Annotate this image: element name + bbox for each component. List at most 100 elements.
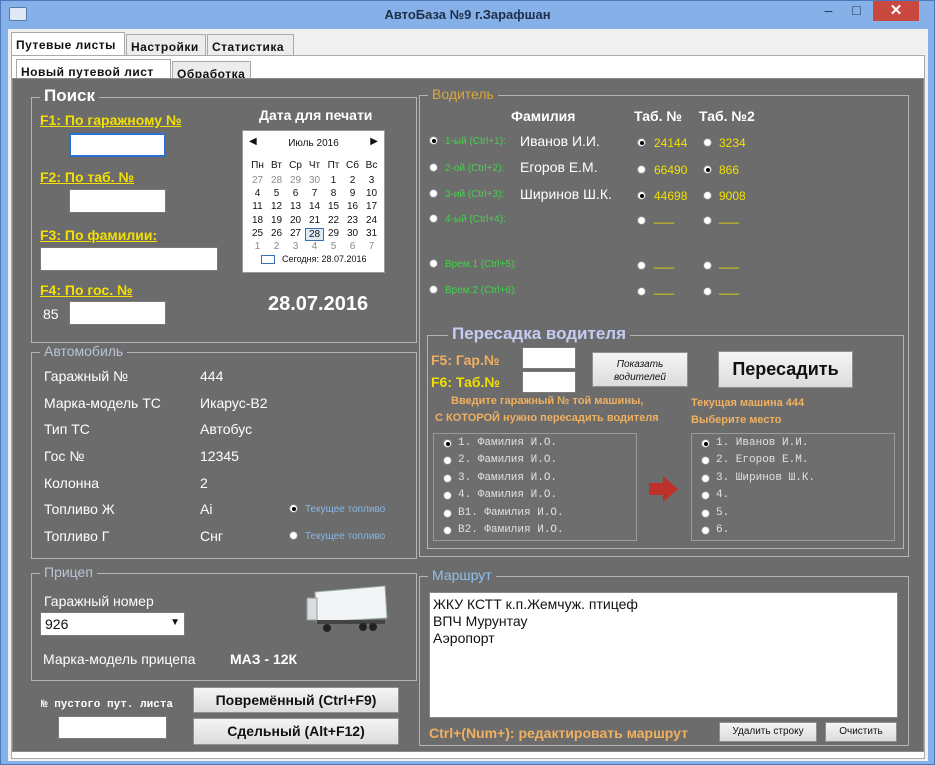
target-seat-5-radio[interactable]	[701, 509, 710, 518]
print-date-calendar[interactable]: ◀ Июль 2016 ▶ Пн Вт Ср Чт Пт Сб Вс 27 28 29 30 1 2 3 4…	[242, 130, 385, 273]
fuel-liquid-radio[interactable]	[289, 504, 298, 513]
driver-2-tab2-radio[interactable]	[703, 165, 712, 174]
calendar-day[interactable]: 12	[267, 201, 286, 212]
calendar-day[interactable]: 30	[343, 228, 362, 239]
maximize-button[interactable]: □	[843, 1, 870, 21]
calendar-day[interactable]: 24	[362, 215, 381, 226]
search-plate-label[interactable]: F4: По гос. №	[40, 282, 133, 298]
calendar-day[interactable]: 3	[362, 175, 381, 186]
driver-temp-1-radio[interactable]	[429, 259, 438, 268]
calendar-day[interactable]: 23	[343, 215, 362, 226]
tab-statistics[interactable]: Статистика	[207, 34, 294, 56]
driver-1-tab2-radio[interactable]	[703, 138, 712, 147]
target-seat-1-radio[interactable]	[701, 439, 710, 448]
source-item-1-radio[interactable]	[443, 439, 452, 448]
driver-1-tab-radio[interactable]	[637, 138, 646, 147]
driver-slot-3-radio[interactable]	[429, 189, 438, 198]
target-seat-6-radio[interactable]	[701, 526, 710, 535]
tab-search-input[interactable]	[69, 189, 166, 213]
driver-4-tab-radio[interactable]	[637, 216, 646, 225]
surname-search-input[interactable]	[40, 247, 218, 271]
calendar-day[interactable]: 6	[343, 241, 362, 252]
calendar-day[interactable]: 28	[267, 175, 286, 186]
calendar-day[interactable]: 16	[343, 201, 362, 212]
tab-waybills[interactable]: Путевые листы	[11, 32, 125, 56]
calendar-day[interactable]: 15	[324, 201, 343, 212]
calendar-day[interactable]: 31	[362, 228, 381, 239]
target-seat-3-radio[interactable]	[701, 474, 710, 483]
route-textarea[interactable]: ЖКУ КСТТ к.п.Жемчуж. птицеф ВПЧ Мурунтау…	[429, 592, 898, 718]
calendar-day[interactable]: 10	[362, 188, 381, 199]
calendar-day[interactable]: 30	[305, 175, 324, 186]
calendar-day[interactable]: 4	[248, 188, 267, 199]
calendar-day[interactable]: 1	[324, 175, 343, 186]
calendar-day[interactable]: 5	[324, 241, 343, 252]
driver-3-tab2-radio[interactable]	[703, 191, 712, 200]
calendar-day[interactable]: 5	[267, 188, 286, 199]
calendar-day[interactable]: 11	[248, 201, 267, 212]
search-garage-label[interactable]: F1: По гаражному №	[40, 112, 182, 128]
time-based-button[interactable]: Повремённый (Ctrl+F9)	[193, 687, 399, 713]
target-seat-4-radio[interactable]	[701, 491, 710, 500]
calendar-day[interactable]: 3	[286, 241, 305, 252]
driver-temp-2-radio[interactable]	[429, 285, 438, 294]
calendar-day[interactable]: 29	[286, 175, 305, 186]
calendar-day[interactable]: 18	[248, 215, 267, 226]
tab-settings[interactable]: Настройки	[126, 34, 206, 56]
calendar-day[interactable]: 2	[267, 241, 286, 252]
source-item-5-radio[interactable]	[443, 509, 452, 518]
next-month-button[interactable]: ▶	[370, 136, 378, 147]
search-tab-label[interactable]: F2: По таб. №	[40, 169, 134, 185]
calendar-day[interactable]: 9	[343, 188, 362, 199]
piece-rate-button[interactable]: Сдельный (Alt+F12)	[193, 718, 399, 745]
fuel-gas-radio[interactable]	[289, 531, 298, 540]
transfer-button[interactable]: Пересадить	[718, 351, 853, 388]
driver-2-tab-radio[interactable]	[637, 165, 646, 174]
source-item-3-radio[interactable]	[443, 474, 452, 483]
source-item-2-radio[interactable]	[443, 456, 452, 465]
transfer-tab-input[interactable]	[522, 371, 576, 393]
target-seat-2-radio[interactable]	[701, 456, 710, 465]
clear-button[interactable]: Очистить	[825, 722, 897, 742]
driver-slot-1-radio[interactable]	[429, 136, 438, 145]
calendar-day[interactable]: 22	[324, 215, 343, 226]
calendar-today-link[interactable]: Сегодня: 28.07.2016	[282, 254, 367, 264]
garage-search-input[interactable]	[69, 133, 166, 157]
driver-4-tab2-radio[interactable]	[703, 216, 712, 225]
driver-slot-4-radio[interactable]	[429, 214, 438, 223]
driver-3-tab-radio[interactable]	[637, 191, 646, 200]
calendar-day[interactable]: 14	[305, 201, 324, 212]
calendar-day[interactable]: 29	[324, 228, 343, 239]
calendar-day[interactable]: 4	[305, 241, 324, 252]
driver-temp-2-tab2-radio[interactable]	[703, 287, 712, 296]
source-item-6-radio[interactable]	[443, 526, 452, 535]
calendar-day[interactable]: 27	[286, 228, 305, 239]
calendar-day[interactable]: 26	[267, 228, 286, 239]
minimize-button[interactable]: –	[815, 1, 842, 21]
source-item-4-radio[interactable]	[443, 491, 452, 500]
calendar-day[interactable]: 1	[248, 241, 267, 252]
calendar-day[interactable]: 25	[248, 228, 267, 239]
driver-temp-2-tab-radio[interactable]	[637, 287, 646, 296]
driver-slot-2-radio[interactable]	[429, 163, 438, 172]
calendar-day[interactable]: 17	[362, 201, 381, 212]
calendar-day[interactable]: 8	[324, 188, 343, 199]
delete-row-button[interactable]: Удалить строку	[719, 722, 817, 742]
calendar-day[interactable]: 28	[305, 227, 324, 241]
show-drivers-button[interactable]: Показать водителей	[592, 352, 688, 387]
driver-temp-1-tab2-radio[interactable]	[703, 261, 712, 270]
close-button[interactable]: ✕	[873, 1, 919, 21]
plate-search-input[interactable]	[69, 301, 166, 325]
calendar-day[interactable]: 27	[248, 175, 267, 186]
calendar-day[interactable]: 19	[267, 215, 286, 226]
search-surname-label[interactable]: F3: По фамилии:	[40, 227, 157, 243]
transfer-garage-input[interactable]	[522, 347, 576, 369]
calendar-day[interactable]: 20	[286, 215, 305, 226]
calendar-day[interactable]: 6	[286, 188, 305, 199]
empty-waybill-input[interactable]	[58, 716, 167, 739]
trailer-garage-select[interactable]: 926 ▼	[40, 612, 185, 636]
calendar-day[interactable]: 13	[286, 201, 305, 212]
calendar-day[interactable]: 2	[343, 175, 362, 186]
calendar-day[interactable]: 7	[305, 188, 324, 199]
driver-temp-1-tab-radio[interactable]	[637, 261, 646, 270]
